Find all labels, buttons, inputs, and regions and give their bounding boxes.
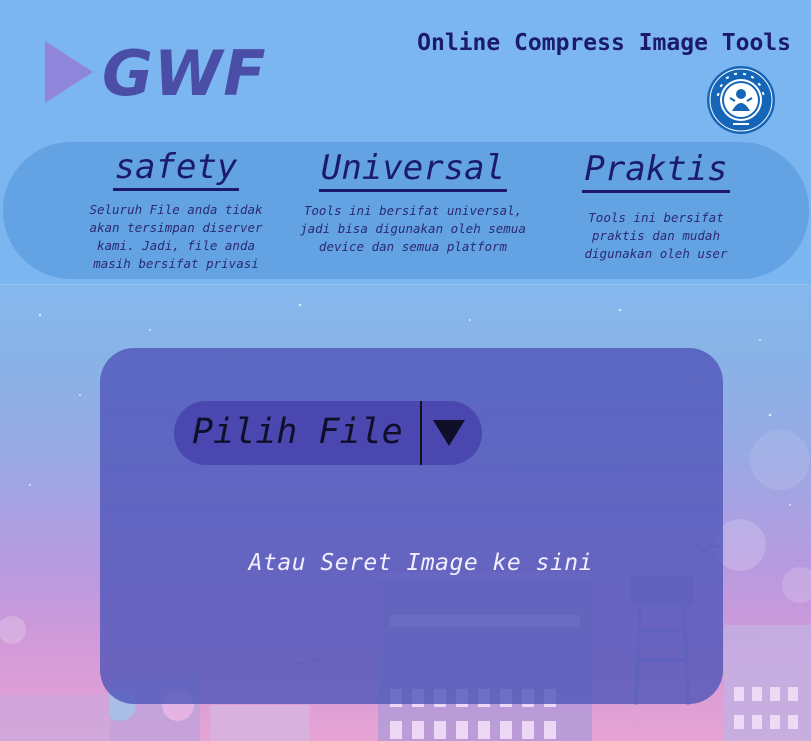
feature-description: Tools ini bersifat praktis dan mudah dig… bbox=[584, 210, 728, 261]
feature-title: safety bbox=[112, 146, 240, 191]
divider bbox=[420, 401, 422, 465]
feature-title: Universal bbox=[318, 147, 508, 192]
feature-universal: Universal Tools ini bersifat universal, … bbox=[298, 147, 528, 256]
logo-play-icon bbox=[45, 41, 93, 103]
choose-file-label: Pilih File bbox=[192, 412, 403, 452]
feature-title: Praktis bbox=[582, 148, 730, 193]
choose-file-button[interactable]: Pilih File bbox=[174, 401, 482, 465]
feature-safety: safety Seluruh File anda tidak akan ters… bbox=[78, 146, 274, 273]
drop-hint-text: Atau Seret Image ke sini bbox=[248, 550, 593, 576]
feature-description: Tools ini bersifat universal, jadi bisa … bbox=[300, 203, 526, 254]
drop-hint: Atau Seret Image ke sini bbox=[100, 545, 693, 581]
feature-description: Seluruh File anda tidak akan tersimpan d… bbox=[89, 202, 263, 271]
triangle-down-icon bbox=[433, 420, 465, 446]
university-seal-icon bbox=[707, 66, 775, 134]
site-title: Online Compress Image Tools bbox=[417, 30, 791, 56]
logo-text[interactable]: GWF bbox=[102, 38, 267, 110]
feature-praktis: Praktis Tools ini bersifat praktis dan m… bbox=[566, 148, 746, 263]
